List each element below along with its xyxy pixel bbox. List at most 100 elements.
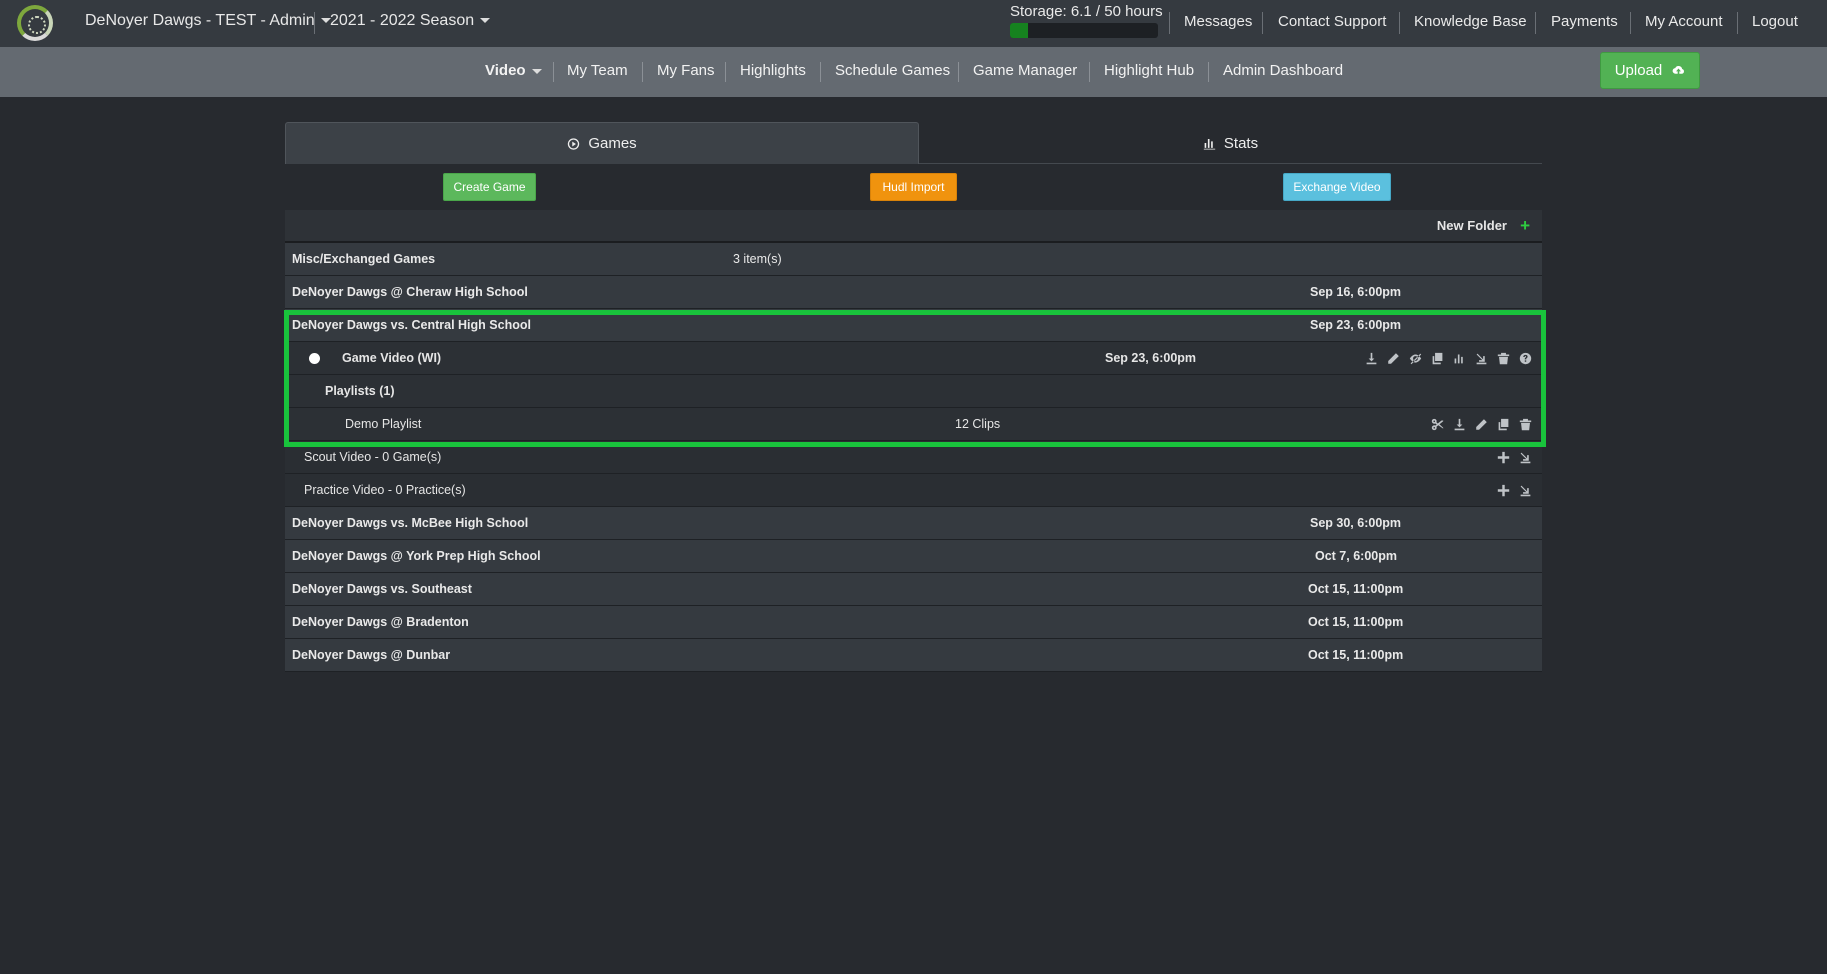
row-title: Scout Video - 0 Game(s) bbox=[304, 450, 442, 464]
game-row[interactable]: DeNoyer Dawgs @ Dunbar Oct 15, 11:00pm bbox=[285, 639, 1542, 672]
nav-video[interactable]: Video bbox=[485, 62, 542, 79]
storage-meter: Storage: 6.1 / 50 hours bbox=[1010, 3, 1163, 38]
row-title: DeNoyer Dawgs @ Bradenton bbox=[292, 615, 469, 629]
download-icon[interactable] bbox=[1365, 352, 1378, 365]
my-account-link[interactable]: My Account bbox=[1645, 13, 1723, 30]
tab-stats[interactable]: Stats bbox=[919, 122, 1542, 164]
scout-video-row[interactable]: Scout Video - 0 Game(s) bbox=[285, 441, 1542, 474]
storage-bar bbox=[1010, 23, 1158, 38]
payments-link[interactable]: Payments bbox=[1551, 13, 1618, 30]
exchange-video-button[interactable]: Exchange Video bbox=[1283, 173, 1391, 201]
logout-link[interactable]: Logout bbox=[1752, 13, 1798, 30]
season-dropdown[interactable]: 2021 - 2022 Season bbox=[330, 12, 491, 30]
row-date: Oct 15, 11:00pm bbox=[1308, 582, 1404, 596]
play-circle-icon bbox=[567, 137, 580, 150]
help-icon[interactable] bbox=[1519, 352, 1532, 365]
divider bbox=[725, 62, 726, 82]
nav-highlight-hub[interactable]: Highlight Hub bbox=[1104, 62, 1194, 79]
row-title: Misc/Exchanged Games bbox=[292, 252, 436, 266]
nav-highlights[interactable]: Highlights bbox=[740, 62, 806, 79]
hudl-import-button[interactable]: Hudl Import bbox=[870, 173, 957, 201]
row-count: 3 item(s) bbox=[733, 252, 782, 266]
nav-game-manager[interactable]: Game Manager bbox=[973, 62, 1077, 79]
practice-video-row[interactable]: Practice Video - 0 Practice(s) bbox=[285, 474, 1542, 507]
caret-down-icon bbox=[531, 68, 542, 74]
row-title: Practice Video - 0 Practice(s) bbox=[304, 483, 466, 497]
row-date: Oct 15, 11:00pm bbox=[1308, 615, 1404, 629]
row-clips: 12 Clips bbox=[955, 417, 1001, 431]
plus-icon[interactable] bbox=[1497, 451, 1510, 464]
game-row[interactable]: DeNoyer Dawgs vs. Central High School Se… bbox=[285, 309, 1542, 342]
download-icon[interactable] bbox=[1453, 418, 1466, 431]
divider bbox=[314, 12, 315, 34]
divider bbox=[820, 62, 821, 82]
divider bbox=[1089, 62, 1090, 82]
row-title: DeNoyer Dawgs vs. Southeast bbox=[292, 582, 472, 596]
bar-chart-icon bbox=[1203, 137, 1216, 150]
trash-icon[interactable] bbox=[1497, 352, 1510, 365]
scissors-icon[interactable] bbox=[1431, 418, 1444, 431]
nav-video-label: Video bbox=[485, 62, 526, 79]
game-row[interactable]: DeNoyer Dawgs vs. Southeast Oct 15, 11:0… bbox=[285, 573, 1542, 606]
row-actions bbox=[1365, 352, 1532, 365]
row-actions bbox=[1431, 418, 1532, 431]
trash-icon[interactable] bbox=[1519, 418, 1532, 431]
messages-link[interactable]: Messages bbox=[1184, 13, 1252, 30]
divider bbox=[553, 62, 554, 82]
eye-slash-icon[interactable] bbox=[1409, 352, 1422, 365]
game-video-row[interactable]: Game Video (WI) Sep 23, 6:00pm bbox=[285, 342, 1542, 375]
row-title: DeNoyer Dawgs vs. McBee High School bbox=[292, 516, 529, 530]
upload-button[interactable]: Upload bbox=[1600, 52, 1700, 89]
radio-dot-icon[interactable] bbox=[309, 352, 320, 364]
divider bbox=[958, 62, 959, 82]
row-actions bbox=[1497, 451, 1532, 464]
divider bbox=[1169, 12, 1170, 34]
import-icon[interactable] bbox=[1519, 451, 1532, 464]
bar-chart-icon[interactable] bbox=[1453, 352, 1466, 365]
folder-row[interactable]: Misc/Exchanged Games 3 item(s) bbox=[285, 243, 1542, 276]
playlists-row[interactable]: Playlists (1) bbox=[285, 375, 1542, 408]
row-title: Demo Playlist bbox=[345, 417, 422, 431]
game-row[interactable]: DeNoyer Dawgs vs. McBee High School Sep … bbox=[285, 507, 1542, 540]
divider bbox=[1399, 12, 1400, 34]
upload-label: Upload bbox=[1614, 62, 1663, 79]
storage-label: Storage: 6.1 / 50 hours bbox=[1010, 3, 1163, 20]
game-row[interactable]: DeNoyer Dawgs @ Cheraw High School Sep 1… bbox=[285, 276, 1542, 309]
divider bbox=[642, 62, 643, 82]
new-folder-button[interactable]: New Folder bbox=[1437, 218, 1507, 233]
cloud-upload-icon bbox=[1672, 64, 1685, 77]
nav-admin-dashboard[interactable]: Admin Dashboard bbox=[1223, 62, 1343, 79]
row-date: Sep 23, 6:00pm bbox=[1105, 351, 1197, 365]
plus-icon[interactable]: + bbox=[1520, 216, 1530, 236]
row-date: Sep 16, 6:00pm bbox=[1310, 285, 1402, 299]
team-dropdown[interactable]: DeNoyer Dawgs - TEST - Admin bbox=[85, 12, 331, 30]
tab-games-label: Games bbox=[588, 135, 637, 152]
season-label: 2021 - 2022 Season bbox=[330, 12, 475, 29]
contact-support-link[interactable]: Contact Support bbox=[1278, 13, 1386, 30]
copy-icon[interactable] bbox=[1497, 418, 1510, 431]
import-icon[interactable] bbox=[1475, 352, 1488, 365]
top-bar: DeNoyer Dawgs - TEST - Admin 2021 - 2022… bbox=[0, 0, 1827, 47]
nav-schedule-games[interactable]: Schedule Games bbox=[835, 62, 950, 79]
pencil-icon[interactable] bbox=[1475, 418, 1488, 431]
create-game-button[interactable]: Create Game bbox=[443, 173, 536, 201]
game-row[interactable]: DeNoyer Dawgs @ York Prep High School Oc… bbox=[285, 540, 1542, 573]
row-actions bbox=[1497, 484, 1532, 497]
import-icon[interactable] bbox=[1519, 484, 1532, 497]
nav-my-fans[interactable]: My Fans bbox=[657, 62, 715, 79]
nav-my-team[interactable]: My Team bbox=[567, 62, 628, 79]
brand-logo[interactable] bbox=[17, 5, 53, 41]
plus-icon[interactable] bbox=[1497, 484, 1510, 497]
divider bbox=[1630, 12, 1631, 34]
row-title: Playlists (1) bbox=[325, 384, 395, 398]
playlist-row[interactable]: Demo Playlist 12 Clips bbox=[285, 408, 1542, 441]
game-row[interactable]: DeNoyer Dawgs @ Bradenton Oct 15, 11:00p… bbox=[285, 606, 1542, 639]
row-date: Oct 7, 6:00pm bbox=[1315, 549, 1397, 563]
knowledge-base-link[interactable]: Knowledge Base bbox=[1414, 13, 1527, 30]
tab-games[interactable]: Games bbox=[285, 122, 919, 164]
divider bbox=[1737, 12, 1738, 34]
row-title: Game Video (WI) bbox=[342, 351, 442, 365]
tab-stats-label: Stats bbox=[1223, 134, 1259, 152]
pencil-icon[interactable] bbox=[1387, 352, 1400, 365]
copy-icon[interactable] bbox=[1431, 352, 1444, 365]
